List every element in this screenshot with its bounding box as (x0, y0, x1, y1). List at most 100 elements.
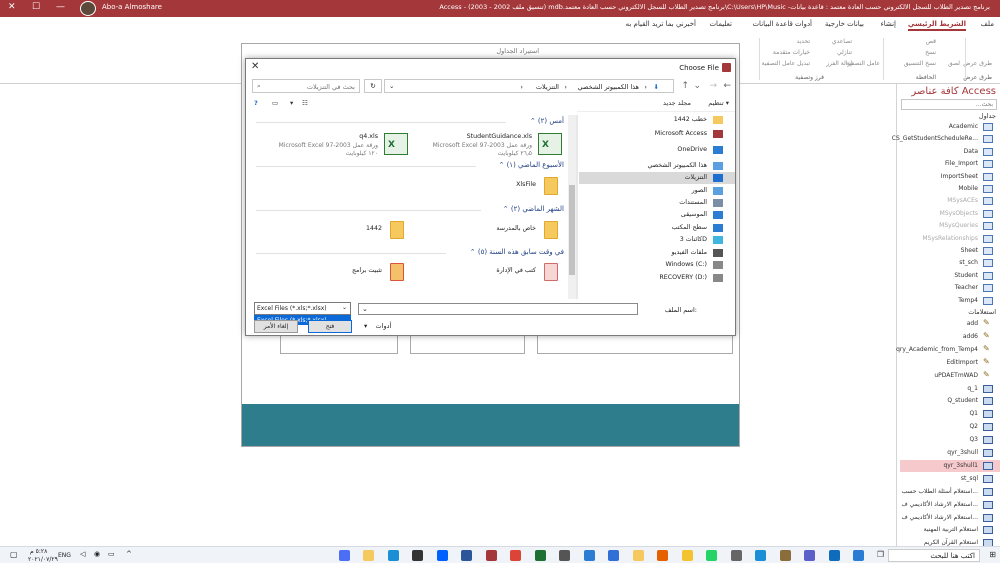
nav-query-item[interactable]: استعلام التربية المهنية (900, 524, 1000, 536)
nav-query-item[interactable]: استعلام الارشاد الأكاديمي ف... (900, 499, 1000, 511)
speaker-icon[interactable]: ◁ (80, 550, 85, 558)
tab-database-tools[interactable]: أدوات قاعدة البيانات (752, 20, 812, 28)
nav-query-item[interactable]: استعلام الارشاد الأكاديمي ف... (900, 512, 1000, 524)
whatsapp-icon[interactable] (706, 550, 717, 561)
copy-button[interactable]: نسخ (925, 49, 936, 56)
store-icon[interactable] (853, 550, 864, 561)
dropdown-chevron-icon[interactable]: ⌄ (362, 305, 368, 313)
windows-start-icon[interactable]: ⊞ (989, 550, 996, 559)
tree-item[interactable]: Microsoft Access (579, 128, 735, 140)
remove-sort-button[interactable]: إزالة الفرز (826, 60, 852, 67)
folder-item-school[interactable]: خاص بالمدرسة (416, 221, 566, 251)
tools-button[interactable]: ▾ أدوات (364, 322, 391, 330)
avatar[interactable] (80, 1, 96, 16)
nav-section-queries[interactable]: استعلامات (968, 308, 996, 316)
tree-item[interactable]: Windows (C:) (579, 259, 735, 271)
nav-table-item[interactable]: CS_GetStudentScheduleRe... (892, 133, 1000, 145)
open-button[interactable]: فتح (308, 320, 352, 333)
folder-item-1442[interactable]: 1442 (262, 221, 412, 251)
network-icon[interactable]: ◉ (94, 550, 100, 558)
excel-icon[interactable] (534, 550, 546, 561)
file-item-q4[interactable]: q4.xls Microsoft Excel 97-2003 ورقة عمل … (262, 133, 412, 163)
paint-icon[interactable] (730, 550, 742, 561)
nav-search-input[interactable]: بحث... (901, 99, 997, 110)
nav-query-item[interactable]: st_sql (900, 473, 1000, 485)
maximize-window-button[interactable]: ☐ (32, 2, 40, 12)
battery-icon[interactable]: ▭ (108, 550, 115, 558)
nav-query-item[interactable]: qyr_3shull1 (900, 459, 1000, 472)
nav-query-item[interactable]: ✎ add6 (900, 331, 1000, 343)
back-icon[interactable]: ← (723, 81, 731, 91)
nav-query-item[interactable]: Q_student (900, 395, 1000, 407)
nav-table-item[interactable]: Temp4 (900, 295, 1000, 307)
ie-icon[interactable] (387, 550, 399, 561)
tree-item[interactable]: RECOVERY (D:) (579, 272, 735, 284)
calculator-icon[interactable] (559, 550, 570, 561)
nav-pane-title[interactable]: كافة عناصر Access (911, 86, 996, 97)
folder-item-admin-books[interactable]: كتب في الإدارة (416, 263, 566, 293)
toggle-filter-button[interactable]: تبديل عامل التصفية (762, 60, 810, 67)
up-icon[interactable]: ↑ (681, 81, 689, 91)
nav-query-item[interactable]: Q3 (900, 434, 1000, 446)
tree-item[interactable]: المستندات (579, 197, 735, 209)
ascending-button[interactable]: تصاعدي (832, 38, 852, 45)
show-hidden-icons[interactable]: ^ (126, 550, 132, 558)
selection-button[interactable]: تحديد (796, 38, 810, 45)
task-view-icon[interactable]: ❐ (877, 550, 884, 559)
filetype-select[interactable]: Excel Files (*.xls;*.xlsx) ⌄ (254, 302, 351, 315)
nav-query-item[interactable]: qyr_3shull (900, 447, 1000, 459)
store2-icon[interactable] (338, 550, 350, 561)
scrollbar-thumb[interactable] (569, 185, 575, 275)
firefox-icon[interactable] (657, 550, 668, 561)
dropdown-chevron-icon[interactable]: ⌄ (389, 82, 394, 90)
minimize-window-button[interactable]: — (56, 2, 65, 12)
taskbar-search-input[interactable]: اكتب هنا للبحث (888, 549, 980, 562)
breadcrumb-downloads[interactable]: التنزيلات (536, 83, 559, 91)
nav-query-item[interactable]: Q1 (900, 408, 1000, 420)
descending-button[interactable]: تنازلي (837, 49, 852, 56)
nav-table-item[interactable]: File_Import (900, 158, 1000, 170)
chat-icon[interactable] (804, 550, 815, 561)
tell-me-box[interactable]: أخبرني بما تريد القيام به (626, 20, 696, 28)
nav-table-item[interactable]: MSysRelationships (900, 233, 1000, 245)
chrome-icon[interactable] (510, 550, 521, 561)
nav-query-item[interactable]: استعلام أسئلة الطلاب حسب... (900, 486, 1000, 498)
folder-item-xlsfile[interactable]: XlsFile (416, 177, 566, 207)
nav-table-item[interactable]: Student (900, 270, 1000, 282)
tab-create[interactable]: إنشاء (880, 20, 896, 28)
nav-query-item[interactable]: Q2 (900, 421, 1000, 433)
tree-item[interactable]: ملفات الفيديو (579, 247, 735, 259)
tree-item[interactable]: التنزيلات (579, 172, 735, 184)
calendar-icon[interactable] (583, 550, 595, 561)
tab-file[interactable]: ملف (981, 20, 994, 28)
nav-table-item[interactable]: Teacher (900, 282, 1000, 294)
group-header-yesterday[interactable]: ⌃ أمس (٢) (530, 117, 564, 125)
nav-table-item[interactable]: MSysQueries (900, 220, 1000, 232)
nav-table-item[interactable]: Data (900, 146, 1000, 158)
organize-button[interactable]: تنظيم ▾ (708, 99, 729, 107)
nav-query-item[interactable]: ✎ add (900, 318, 1000, 330)
forward-icon[interactable]: → (709, 81, 717, 91)
explorer-icon[interactable] (363, 550, 374, 561)
edge-icon[interactable] (755, 550, 766, 561)
tab-help[interactable]: تعليمات (709, 20, 732, 28)
tree-item[interactable]: OneDrive (579, 144, 735, 156)
paste-button[interactable]: لصق (948, 60, 960, 67)
nav-table-item[interactable]: st_sch (900, 257, 1000, 269)
nav-table-item[interactable]: Mobile (900, 183, 1000, 195)
nav-table-item[interactable]: Sheet (900, 245, 1000, 257)
views-button[interactable]: طرق عرض (963, 60, 992, 67)
breadcrumb-pc[interactable]: هذا الكمبيوتر الشخصي (578, 83, 639, 91)
tree-item[interactable]: سطح المكتب (579, 222, 735, 234)
nav-query-item[interactable]: ✎ uPDAETmWAD (900, 370, 1000, 382)
access-icon[interactable] (485, 550, 497, 561)
nav-table-item[interactable]: MSysACEs (900, 195, 1000, 207)
search-input[interactable]: بحث في التنزيلات ⌕ (252, 79, 360, 93)
dropbox-icon[interactable] (436, 550, 448, 561)
tree-item[interactable]: هذا الكمبيوتر الشخصي (579, 160, 735, 172)
clock-date[interactable]: ٢٠٢١/٠٧/٢٩ (28, 556, 58, 563)
nav-section-tables[interactable]: جداول (979, 112, 996, 120)
format-painter-button[interactable]: نسخ التنسيق (904, 60, 936, 67)
vpn-icon[interactable] (608, 550, 619, 561)
notes-icon[interactable] (681, 550, 693, 561)
